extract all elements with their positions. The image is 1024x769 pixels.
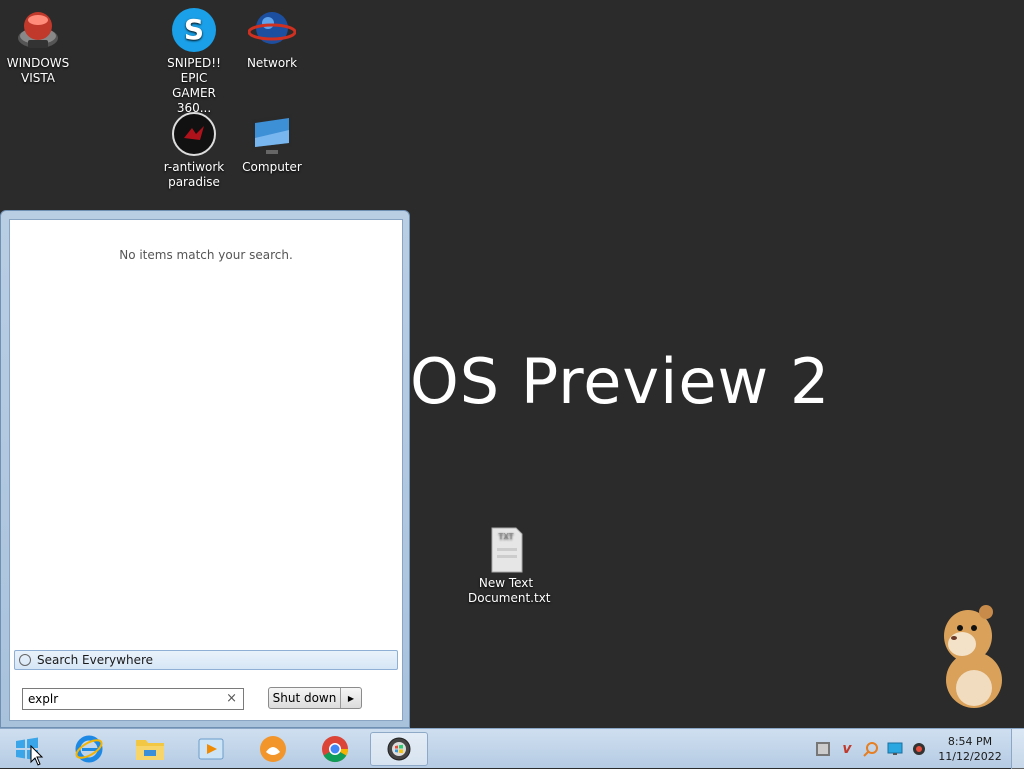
desktop-icon-label: Computer [242,160,302,174]
skype-icon: S [170,6,218,54]
mouse-cursor-icon [30,745,44,766]
taskbar-file-explorer[interactable] [125,732,175,766]
desktop-icon-windows-vista[interactable]: WINDOWS VISTA [0,6,76,86]
taskbar: v 8:54 PM 11/12/2022 [0,728,1024,769]
internet-explorer-icon [75,735,103,763]
desktop-icon-label: Network [246,56,298,70]
start-menu: No items match your search. Search Every… [0,210,410,728]
taskbar-chrome[interactable] [310,732,360,766]
tray-volume-icon[interactable] [910,740,928,758]
shutdown-options-arrow-icon[interactable]: ▶ [341,688,361,708]
clock-date: 11/12/2022 [938,750,1002,763]
shutdown-button-group: Shut down ▶ [268,687,362,709]
no-results-message: No items match your search. [119,248,293,262]
tray-magnifier-icon[interactable] [862,740,880,758]
antiwork-logo-icon [170,110,218,158]
folder-icon [136,740,164,760]
taskbar-media-player[interactable] [186,732,236,766]
desktop-icon-label: New Text Document.txt [468,576,551,605]
computer-monitor-icon [248,110,296,158]
search-everywhere-button[interactable]: Search Everywhere [14,650,398,670]
desktop-icon-label: SNIPED!! EPIC GAMER 360... [167,56,221,115]
uc-browser-icon [260,736,286,762]
search-icon [19,654,31,666]
tray-v-icon[interactable]: v [838,740,856,758]
tray-display-icon[interactable] [886,740,904,758]
svg-text:S: S [184,13,204,46]
text-file-icon: TXT [482,526,530,574]
wallpaper-text: OS Preview 2 [410,345,831,418]
search-results-pane: No items match your search. Search Every… [9,219,403,721]
desktop-icon-new-text-document[interactable]: TXT New Text Document.txt [468,526,551,606]
desktop-icon-network[interactable]: Network [234,6,310,71]
desktop-icon-sniped[interactable]: S SNIPED!! EPIC GAMER 360... [156,6,232,116]
desktop-icon-computer[interactable]: Computer [234,110,310,175]
network-globe-icon [247,6,297,54]
clock-time: 8:54 PM [947,735,993,748]
media-player-icon [198,738,224,760]
taskbar-internet-explorer[interactable] [64,732,114,766]
vista-orb-icon [14,6,62,54]
taskbar-active-app[interactable] [370,732,428,766]
show-desktop-button[interactable] [1011,729,1024,769]
taskbar-clock[interactable]: 8:54 PM 11/12/2022 [935,734,1005,764]
start-search-input[interactable] [28,692,218,706]
chrome-icon [322,736,349,763]
tray-app-icon[interactable] [814,740,832,758]
desktop-icon-label: r-antiwork paradise [163,160,225,189]
start-search-box[interactable]: × [22,688,244,710]
hamster-desktop-pet[interactable] [938,604,1008,710]
app-orb-icon [387,737,411,761]
desktop-icon-antiwork[interactable]: r-antiwork paradise [156,110,232,190]
system-tray: v 8:54 PM 11/12/2022 [811,729,1024,769]
shutdown-button[interactable]: Shut down [269,688,341,708]
desktop-icon-label: WINDOWS VISTA [6,56,70,85]
svg-text:TXT: TXT [497,532,513,541]
search-everywhere-label: Search Everywhere [37,653,153,667]
start-button[interactable] [2,732,52,766]
taskbar-uc-browser[interactable] [248,732,298,766]
clear-search-icon[interactable]: × [226,691,237,706]
